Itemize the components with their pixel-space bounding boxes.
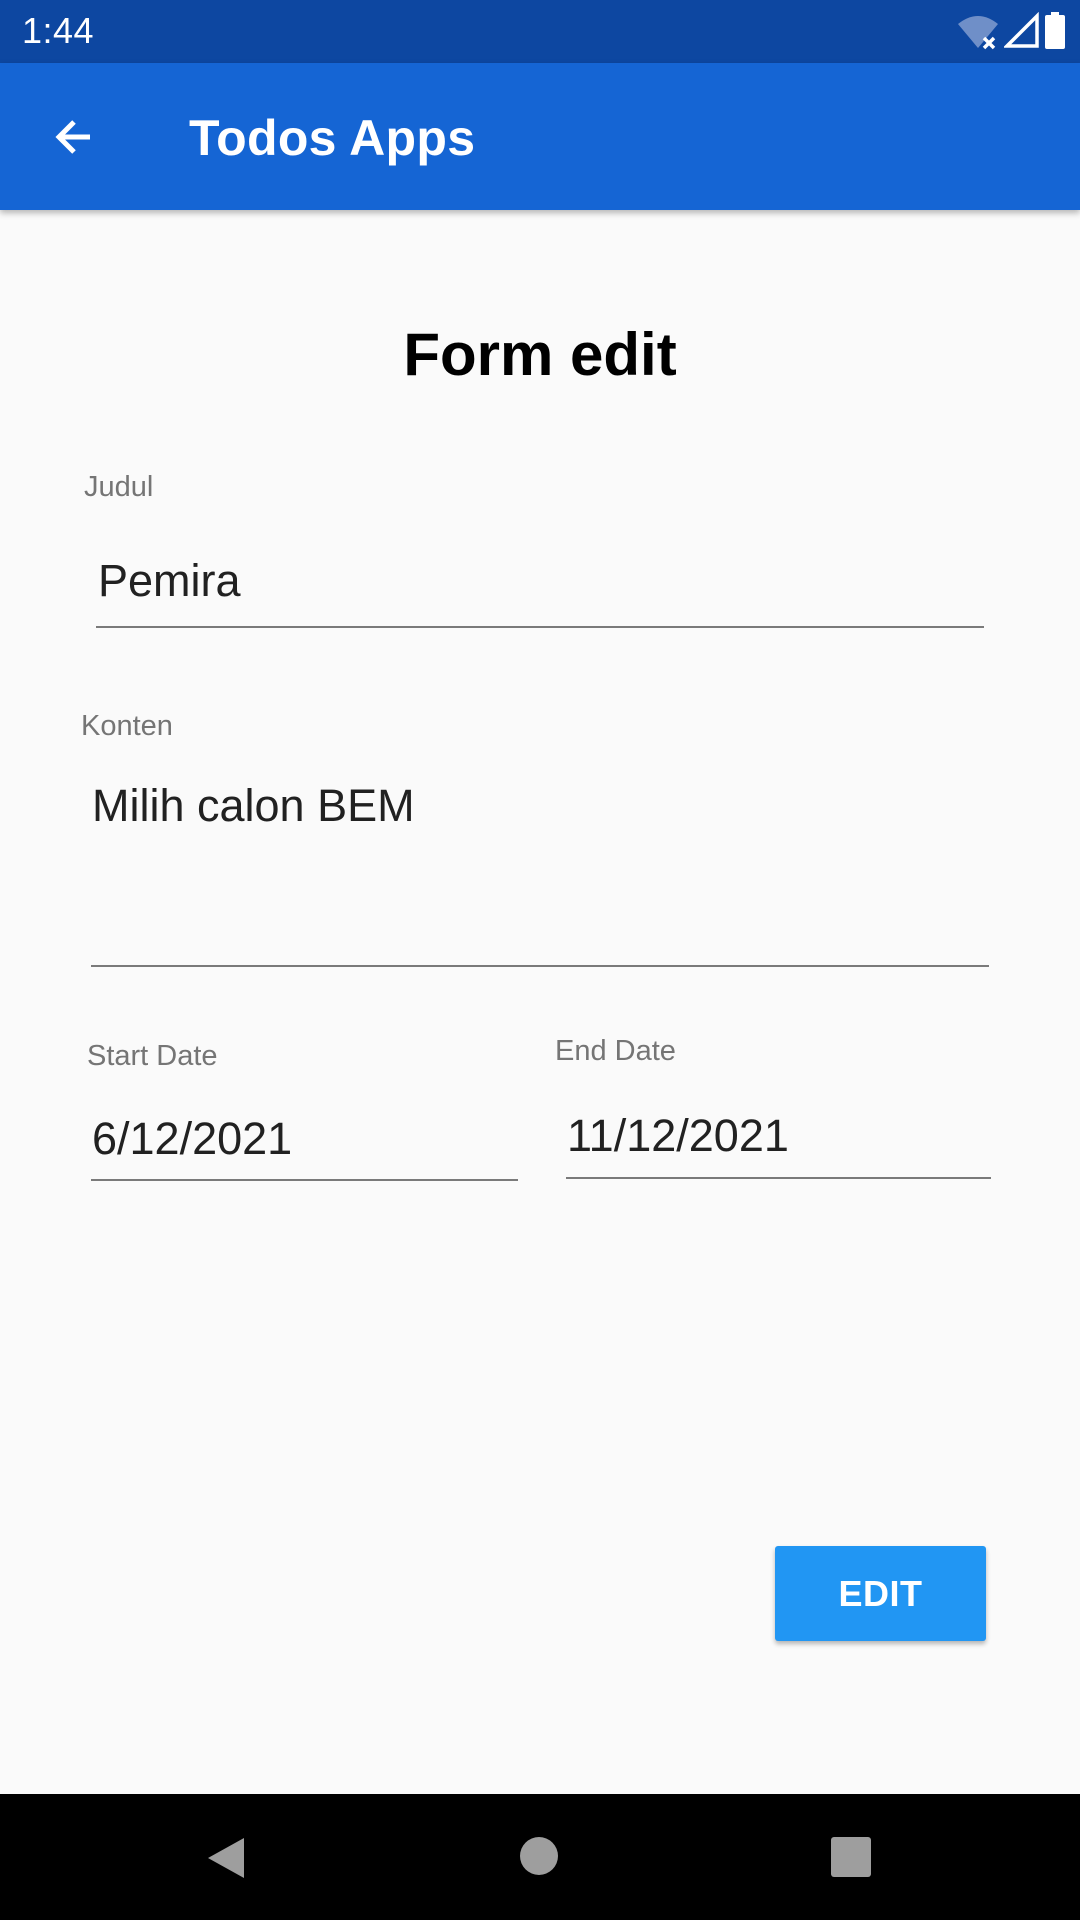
end-date-underline [566, 1177, 991, 1179]
wifi-off-icon [958, 16, 998, 50]
end-date-label: End Date [555, 1035, 676, 1067]
arrow-left-icon [55, 120, 90, 154]
status-bar: 1:44 [0, 0, 1080, 63]
status-time: 1:44 [22, 10, 95, 51]
recents-square-icon[interactable] [830, 1836, 872, 1878]
signal-icon [1004, 12, 1039, 48]
judul-underline [96, 626, 984, 628]
back-triangle-icon[interactable] [204, 1834, 248, 1882]
konten-label: Konten [81, 710, 173, 742]
start-date-label: Start Date [87, 1040, 218, 1072]
end-date-value: 11/12/2021 [567, 1110, 789, 1161]
end-date-field[interactable]: 11/12/2021 [566, 1097, 991, 1179]
start-date-value: 6/12/2021 [92, 1113, 293, 1164]
konten-field[interactable]: Milih calon BEM [91, 770, 989, 970]
page-title: Form edit [403, 321, 677, 388]
home-circle-icon[interactable] [519, 1836, 559, 1876]
judul-value: Pemira [98, 555, 241, 606]
start-date-underline [91, 1179, 518, 1181]
konten-value: Milih calon BEM [92, 780, 415, 831]
edit-button[interactable]: EDIT [775, 1546, 986, 1641]
nav-bar [0, 1794, 1080, 1920]
judul-label: Judul [84, 471, 154, 503]
battery-icon [1045, 12, 1065, 49]
back-button[interactable] [36, 105, 112, 169]
app-title: Todos Apps [189, 110, 476, 166]
judul-field[interactable]: Pemira [96, 540, 984, 630]
start-date-field[interactable]: 6/12/2021 [91, 1100, 518, 1182]
konten-underline [91, 965, 989, 967]
app-bar: Todos Apps [0, 63, 1080, 210]
